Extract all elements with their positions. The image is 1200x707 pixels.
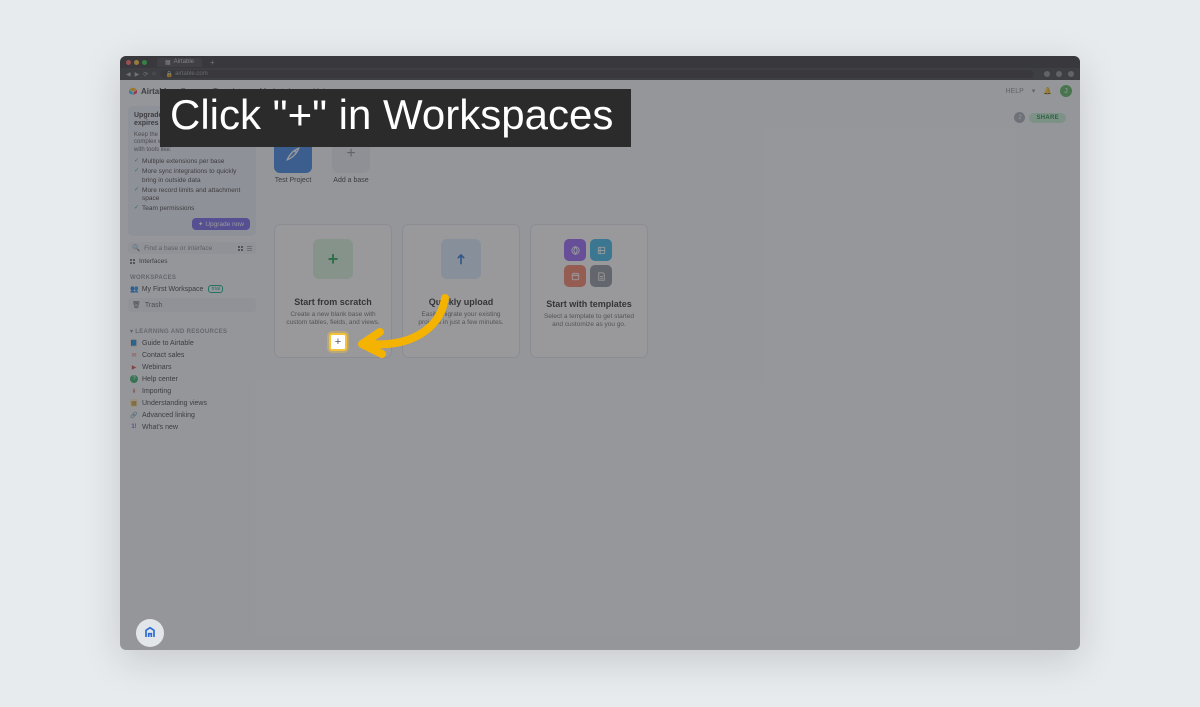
browser-tab[interactable]: ▦ Airtable <box>157 58 202 67</box>
learning-heading[interactable]: ▾ LEARNING AND RESOURCES <box>130 328 256 335</box>
promo-feature-list: Multiple extensions per base More sync i… <box>134 158 250 213</box>
tab-label: Airtable <box>174 59 194 65</box>
add-workspace-button[interactable]: + <box>329 333 347 351</box>
upload-arrow-icon <box>441 239 481 279</box>
plus-icon: + <box>335 336 341 348</box>
add-base-label: Add a base <box>333 177 368 184</box>
header-right: HELP ▾ 🔔 J <box>1005 85 1072 97</box>
interfaces-label: Interfaces <box>139 258 168 265</box>
learning-item-webinars[interactable]: ▶Webinars <box>128 361 256 373</box>
learning-item-whats-new[interactable]: 1!What's new <box>128 421 256 433</box>
browser-extensions <box>1044 71 1074 77</box>
instruction-callout: Click "+" in Workspaces <box>160 89 631 147</box>
tab-favicon: ▦ <box>165 59 171 66</box>
user-avatar[interactable]: J <box>1060 85 1072 97</box>
sidebar-item-workspace[interactable]: 👥 My First Workspace trial <box>128 283 256 295</box>
avatar-initial: J <box>1064 88 1068 95</box>
sidebar: Upgrade to Pro before your trial expires… <box>120 102 260 650</box>
learning-item-views[interactable]: ▦Understanding views <box>128 397 256 409</box>
search-placeholder: Find a base or interface <box>144 245 212 252</box>
lock-icon: 🔒 <box>166 71 173 78</box>
interfaces-icon <box>130 259 135 264</box>
promo-bullet: Team permissions <box>134 205 250 213</box>
share-button[interactable]: SHARE <box>1029 113 1066 123</box>
new-tab-button[interactable]: + <box>210 58 215 67</box>
address-text: airtable.com <box>175 71 208 77</box>
address-bar[interactable]: 🔒 airtable.com <box>160 70 1034 78</box>
ext-icon[interactable] <box>1044 71 1050 77</box>
learning-item-contact-sales[interactable]: ✉Contact sales <box>128 349 256 361</box>
card-desc: Create a new blank base with custom tabl… <box>283 311 383 328</box>
collapse-chevron-icon: ▾ <box>130 329 133 335</box>
notifications-icon[interactable]: 🔔 <box>1043 87 1052 95</box>
minimize-window-icon[interactable] <box>134 60 139 65</box>
upgrade-now-button[interactable]: ✦ Upgrade now <box>192 218 250 230</box>
card-quickly-upload[interactable]: Quickly upload Easily migrate your exist… <box>402 224 520 358</box>
create-option-cards: + Start from scratch Create a new blank … <box>274 224 1066 358</box>
sidebar-search[interactable]: 🔍 Find a base or interface <box>128 242 256 254</box>
sidebar-interfaces[interactable]: Interfaces <box>128 254 256 269</box>
card-start-with-templates[interactable]: Start with templates Select a template t… <box>530 224 648 358</box>
sidebar-trash[interactable]: 🗑 Trash <box>128 298 256 312</box>
callout-text: Click "+" in Workspaces <box>170 91 613 138</box>
promo-bullet: More sync integrations to quickly bring … <box>134 168 250 184</box>
workspace-name: My First Workspace <box>142 286 204 293</box>
card-desc: Easily migrate your existing projects in… <box>411 311 511 328</box>
upgrade-label: Upgrade now <box>205 221 244 228</box>
member-count-badge[interactable]: 2 <box>1014 112 1025 123</box>
learning-heading-text: LEARNING AND RESOURCES <box>135 329 227 335</box>
learning-item-help-center[interactable]: ?Help center <box>128 373 256 385</box>
workspace-icon: 👥 <box>130 285 139 293</box>
back-icon[interactable]: ◀ <box>126 71 131 78</box>
card-desc: Select a template to get started and cus… <box>539 313 639 330</box>
close-window-icon[interactable] <box>126 60 131 65</box>
promo-bullet: More record limits and attachment space <box>134 187 250 203</box>
help-chevron-icon: ▾ <box>1032 87 1036 95</box>
main-pane: 👥 My First Workspace ▾ ✓ Pro trial 14 da… <box>260 102 1080 650</box>
learning-item-importing[interactable]: ⬇Importing <box>128 385 256 397</box>
workspace-trial-badge: trial <box>208 285 223 293</box>
promo-bullet: Multiple extensions per base <box>134 158 250 166</box>
watermark-logo <box>136 619 164 647</box>
card-title: Quickly upload <box>429 297 494 307</box>
window-controls[interactable] <box>126 60 147 65</box>
learning-resources-list: 📘Guide to Airtable ✉Contact sales ▶Webin… <box>128 337 256 433</box>
maximize-window-icon[interactable] <box>142 60 147 65</box>
card-title: Start with templates <box>546 299 632 309</box>
ext-icon[interactable] <box>1056 71 1062 77</box>
plus-icon: + <box>313 239 353 279</box>
list-view-icon[interactable] <box>247 246 252 251</box>
browser-toolbar: ◀ ▶ ⟳ ⌂ 🔒 airtable.com <box>120 68 1080 80</box>
trash-label: Trash <box>145 302 163 309</box>
card-title: Start from scratch <box>294 297 372 307</box>
browser-tab-strip: ▦ Airtable + <box>120 56 1080 68</box>
trash-icon: 🗑 <box>132 301 141 309</box>
workspaces-heading: WORKSPACES <box>130 275 256 281</box>
learning-item-guide[interactable]: 📘Guide to Airtable <box>128 337 256 349</box>
search-icon: 🔍 <box>132 244 140 252</box>
home-icon[interactable]: ⌂ <box>152 71 156 77</box>
profile-icon[interactable] <box>1068 71 1074 77</box>
templates-grid-icon <box>564 239 614 289</box>
forward-icon[interactable]: ▶ <box>135 71 140 78</box>
app-root: Airtable Bases Templates Marketplace Uni… <box>120 80 1080 650</box>
base-label: Test Project <box>275 177 312 184</box>
reload-icon[interactable]: ⟳ <box>143 71 148 78</box>
app-body: Upgrade to Pro before your trial expires… <box>120 102 1080 650</box>
help-link[interactable]: HELP <box>1005 88 1023 95</box>
sparkle-icon: ✦ <box>198 220 203 228</box>
grid-view-icon[interactable] <box>238 246 243 251</box>
learning-item-linking[interactable]: 🔗Advanced linking <box>128 409 256 421</box>
airtable-logo-icon <box>128 86 138 96</box>
